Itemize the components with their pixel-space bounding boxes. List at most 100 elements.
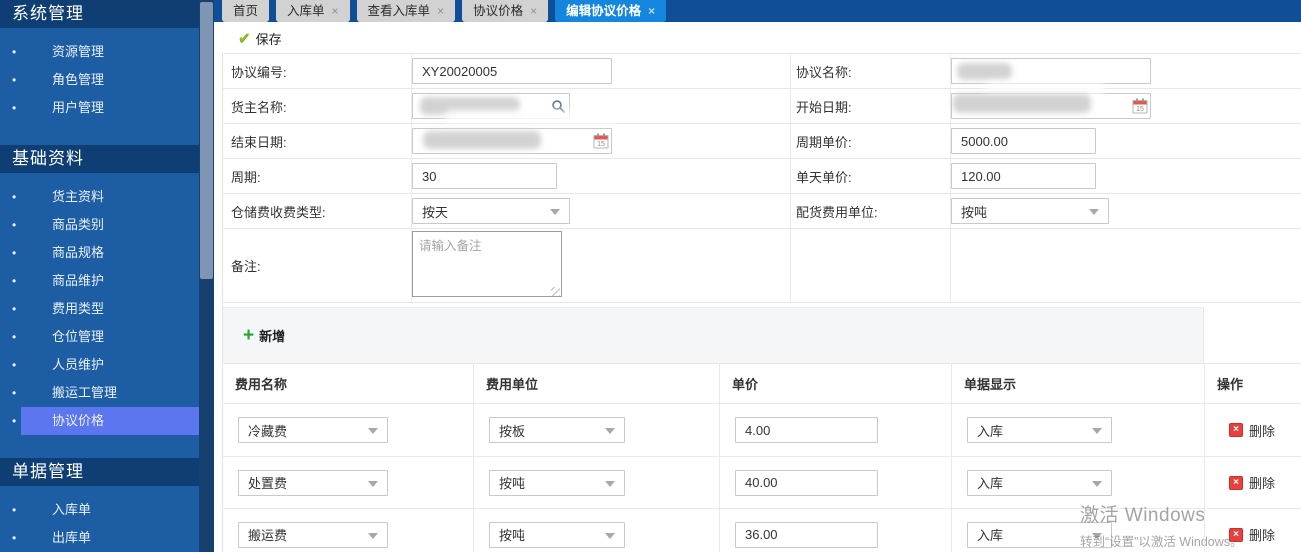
tab-label: 协议价格 (473, 1, 523, 22)
fee-unit-select[interactable]: 按吨 (489, 522, 625, 548)
delete-label: 删除 (1249, 525, 1275, 544)
sidebar-item-warehouse-slot[interactable]: • 仓位管理 (0, 323, 199, 351)
scrollbar-thumb[interactable] (200, 2, 213, 279)
sidebar-item-inbound-order[interactable]: • 入库单 (0, 496, 199, 524)
fee-row-cell (719, 457, 951, 509)
tab-label: 入库单 (287, 1, 325, 22)
selected-value: 按吨 (961, 202, 987, 221)
sidebar-item-user-mgmt[interactable]: • 用户管理 (0, 94, 199, 122)
caret-down-icon (605, 428, 615, 434)
storage-fee-type-select[interactable]: 按天 (412, 198, 570, 224)
agreement-no-input[interactable] (412, 58, 612, 84)
sidebar-item-label: 商品维护 (52, 273, 104, 288)
start-date-input[interactable] (951, 93, 1151, 119)
sidebar-item-goods-maintain[interactable]: • 商品维护 (0, 267, 199, 295)
content-panel: 协议编号: 协议名称: 货主名称: (222, 53, 1301, 552)
sidebar-item-goods-category[interactable]: • 商品类别 (0, 211, 199, 239)
day-price-cell (950, 159, 1301, 194)
fee-name-select[interactable]: 冷藏费 (238, 417, 388, 443)
bullet-icon: • (12, 38, 16, 66)
close-icon[interactable]: × (530, 5, 537, 17)
doc-display-select[interactable]: 入库 (967, 470, 1112, 496)
end-date-input[interactable] (412, 128, 612, 154)
tab-inbound-order[interactable]: 入库单 × (276, 0, 350, 22)
tab-label: 查看入库单 (368, 1, 431, 22)
sidebar-item-owner-data[interactable]: • 货主资料 (0, 183, 199, 211)
day-price-input[interactable] (951, 163, 1096, 189)
unit-price-input[interactable] (735, 522, 878, 548)
close-icon[interactable]: × (332, 5, 339, 17)
sidebar-item-goods-spec[interactable]: • 商品规格 (0, 239, 199, 267)
agreement-name-input[interactable] (951, 58, 1151, 84)
delete-button[interactable]: × 删除 (1229, 525, 1275, 544)
doc-display-select[interactable]: 入库 (967, 417, 1112, 443)
fee-row-cell: 处置费 (223, 457, 473, 509)
agreement-name-cell (950, 54, 1301, 89)
period-cell (411, 159, 790, 194)
delivery-fee-unit-select[interactable]: 按吨 (951, 198, 1109, 224)
owner-name-input[interactable] (412, 93, 570, 119)
caret-down-icon (1092, 481, 1102, 487)
tab-home[interactable]: 首页 (222, 0, 269, 22)
fee-row-cell: 冷藏费 (223, 404, 473, 457)
sidebar-item-personnel[interactable]: • 人员维护 (0, 351, 199, 379)
period-input[interactable] (412, 163, 557, 189)
fee-unit-select[interactable]: 按吨 (489, 470, 625, 496)
form-toolbar: ✔ 保存 (214, 22, 1301, 53)
caret-down-icon (1092, 533, 1102, 539)
bullet-icon: • (12, 524, 16, 552)
sidebar-section-system[interactable]: 系统管理 (0, 0, 199, 28)
owner-name-cell (411, 89, 790, 124)
screen: 系统管理 • 资源管理 • 角色管理 • 用户管理 基础资料 • 货主资料 (0, 0, 1301, 552)
delete-button[interactable]: × 删除 (1229, 473, 1275, 492)
remark-textarea[interactable] (412, 231, 562, 297)
period-price-input[interactable] (951, 128, 1096, 154)
delete-icon: × (1229, 423, 1243, 437)
sidebar-item-label: 入库单 (52, 502, 91, 517)
fee-name-select[interactable]: 处置费 (238, 470, 388, 496)
fee-row-actions: × 删除 (1204, 509, 1301, 552)
bullet-icon: • (12, 66, 16, 94)
agreement-no-label: 协议编号: (223, 54, 411, 89)
selected-value: 入库 (977, 525, 1003, 544)
doc-display-select[interactable]: 入库 (967, 522, 1112, 548)
col-header-fee-name: 费用名称 (223, 364, 473, 404)
fee-row-actions: × 删除 (1204, 404, 1301, 457)
sidebar-item-role-mgmt[interactable]: • 角色管理 (0, 66, 199, 94)
sidebar-item-porter-mgmt[interactable]: • 搬运工管理 (0, 379, 199, 407)
delete-button[interactable]: × 删除 (1229, 421, 1275, 440)
sidebar-item-agreement-price[interactable]: • 协议价格 (0, 407, 199, 435)
selected-value: 按板 (499, 421, 525, 440)
sidebar-scrollbar[interactable] (199, 0, 214, 552)
save-button[interactable]: ✔ 保存 (238, 27, 282, 49)
fee-unit-select[interactable]: 按板 (489, 417, 625, 443)
sidebar-item-label: 角色管理 (52, 72, 104, 87)
caret-down-icon (605, 533, 615, 539)
sidebar-item-outbound-order[interactable]: • 出库单 (0, 524, 199, 552)
close-icon[interactable]: × (437, 5, 444, 17)
tab-view-inbound-order[interactable]: 查看入库单 × (357, 0, 456, 22)
caret-down-icon (1092, 428, 1102, 434)
search-icon[interactable] (551, 99, 565, 113)
col-header-actions: 操作 (1204, 364, 1301, 404)
start-date-label: 开始日期: (790, 89, 950, 124)
svg-text:15: 15 (1136, 106, 1144, 113)
delete-icon: × (1229, 528, 1243, 542)
end-date-label: 结束日期: (223, 124, 411, 159)
fee-name-select[interactable]: 搬运费 (238, 522, 388, 548)
sidebar-section-basic-data[interactable]: 基础资料 (0, 145, 199, 173)
add-fee-button[interactable]: + 新增 (243, 326, 285, 345)
sidebar-section-documents[interactable]: 单据管理 (0, 458, 199, 486)
svg-text:15: 15 (597, 141, 605, 148)
sidebar-item-fee-type[interactable]: • 费用类型 (0, 295, 199, 323)
unit-price-input[interactable] (735, 417, 878, 443)
sidebar-item-resource-mgmt[interactable]: • 资源管理 (0, 38, 199, 66)
close-icon[interactable]: × (648, 5, 655, 17)
calendar-icon[interactable]: 15 (1132, 98, 1148, 114)
tab-edit-agreement-price[interactable]: 编辑协议价格 × (555, 0, 666, 22)
sidebar-item-label: 人员维护 (52, 357, 104, 372)
tab-agreement-price[interactable]: 协议价格 × (462, 0, 548, 22)
unit-price-input[interactable] (735, 470, 878, 496)
calendar-icon[interactable]: 15 (593, 133, 609, 149)
fee-row-actions: × 删除 (1204, 457, 1301, 509)
